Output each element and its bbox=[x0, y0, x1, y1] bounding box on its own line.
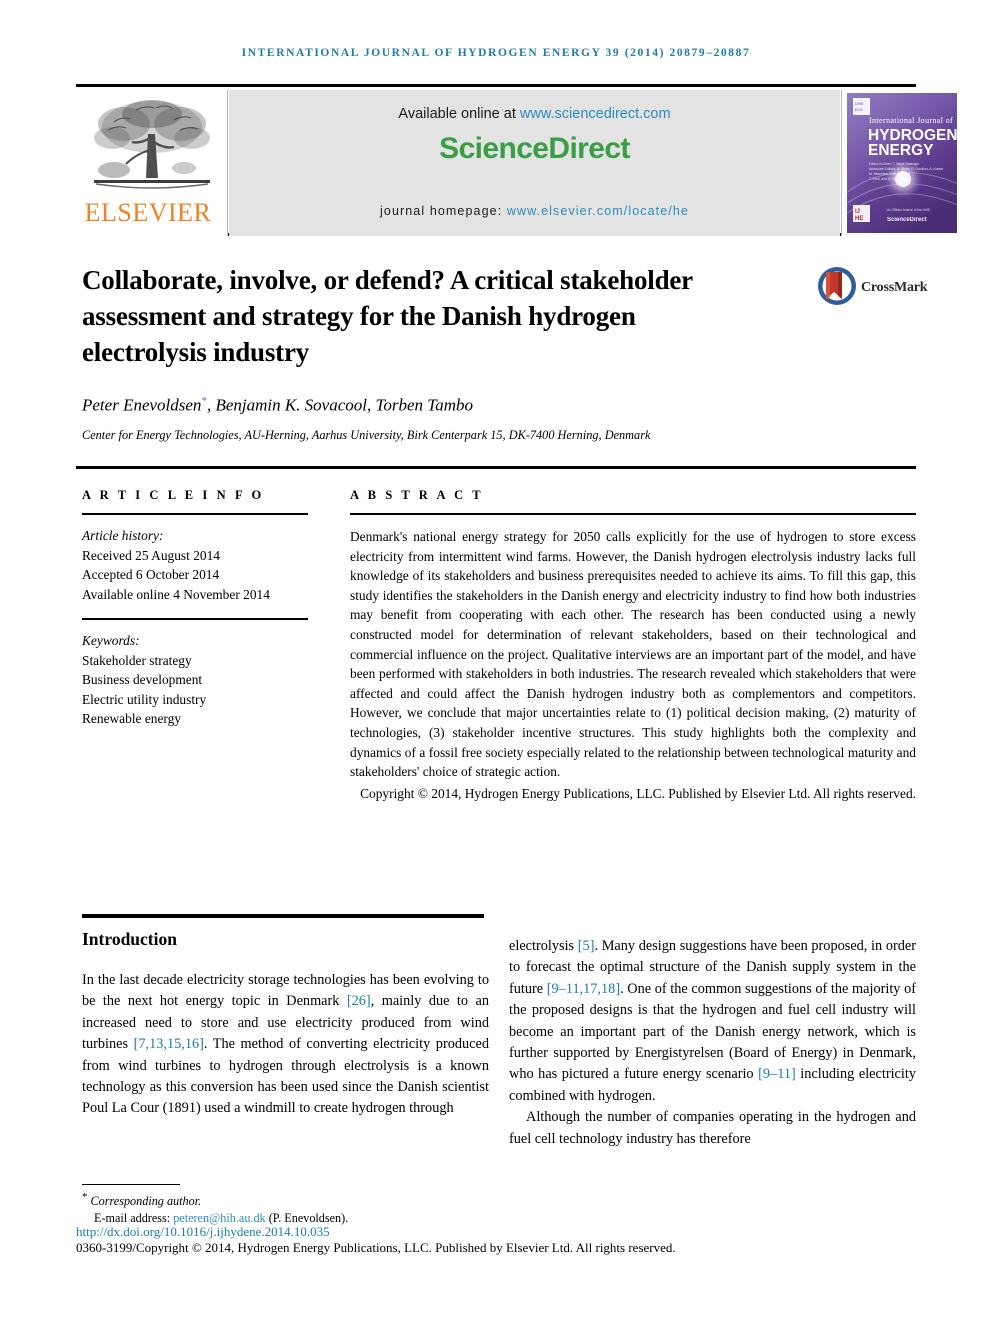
citation-link[interactable]: [5] bbox=[578, 938, 595, 954]
abstract-heading: A B S T R A C T bbox=[350, 488, 484, 502]
keyword-item: Business development bbox=[82, 672, 203, 687]
introduction-text-right: electrolysis [5]. Many design suggestion… bbox=[509, 936, 916, 1150]
citation-link[interactable]: [9–11,17,18] bbox=[547, 981, 620, 997]
keywords-block: Keywords: Stakeholder strategy Business … bbox=[82, 631, 312, 729]
sciencedirect-wordmark: ScienceDirect bbox=[439, 132, 630, 165]
crossmark-label: CrossMark bbox=[861, 280, 928, 295]
body-left-column: Introduction In the last decade electric… bbox=[82, 914, 489, 1120]
journal-cover-block: IJHE ELS International Journal of HYDROG… bbox=[841, 90, 957, 236]
section-title-introduction: Introduction bbox=[82, 929, 177, 949]
article-title: Collaborate, involve, or defend? A criti… bbox=[82, 265, 693, 367]
journal-homepage-line: journal homepage: www.elsevier.com/locat… bbox=[229, 204, 840, 218]
svg-text:M. Momirlan, D.W. Stevens: M. Momirlan, D.W. Stevens bbox=[869, 172, 910, 176]
abstract-rule bbox=[350, 513, 916, 515]
author-affiliation: Center for Energy Technologies, AU-Herni… bbox=[82, 428, 651, 442]
citation-link[interactable]: [7,13,15,16] bbox=[134, 1036, 204, 1052]
doi-link[interactable]: http://dx.doi.org/10.1016/j.ijhydene.201… bbox=[76, 1224, 596, 1240]
journal-homepage-link[interactable]: www.elsevier.com/locate/he bbox=[507, 204, 689, 218]
journal-article-page: International Journal of Hydrogen Energy… bbox=[0, 0, 992, 1323]
author-list: Peter Enevoldsen*, Benjamin K. Sovacool,… bbox=[82, 395, 842, 416]
article-info-heading: A R T I C L E I N F O bbox=[82, 488, 265, 502]
citation-link[interactable]: [26] bbox=[347, 993, 371, 1009]
issn-copyright-line: 0360-3199/Copyright © 2014, Hydrogen Ene… bbox=[76, 1240, 676, 1255]
paragraph: electrolysis [5]. Many design suggestion… bbox=[509, 936, 916, 1107]
available-online-prefix: Available online at bbox=[398, 106, 520, 122]
header-divider-rule bbox=[76, 466, 916, 469]
svg-text:Editor-in-Chief: T. Nejat Vezi: Editor-in-Chief: T. Nejat Veziroglu bbox=[869, 162, 919, 166]
elsevier-wordmark: ELSEVIER bbox=[84, 198, 212, 227]
keyword-item: Stakeholder strategy bbox=[82, 652, 192, 668]
svg-text:IJHE: IJHE bbox=[855, 101, 864, 106]
elsevier-logo-block: ELSEVIER bbox=[76, 90, 228, 236]
article-history-block: Article history: Received 25 August 2014… bbox=[82, 526, 312, 604]
elsevier-tree-icon bbox=[94, 100, 210, 189]
footnote-block: * Corresponding author. E-mail address: … bbox=[82, 1189, 582, 1227]
corresponding-author-note: * Corresponding author. bbox=[82, 1189, 582, 1210]
running-head: International Journal of Hydrogen Energy… bbox=[241, 47, 751, 59]
right-text-a: electrolysis bbox=[509, 938, 578, 954]
author-corresponding: Peter Enevoldsen bbox=[82, 395, 202, 415]
abstract-copyright: Copyright © 2014, Hydrogen Energy Public… bbox=[360, 785, 916, 801]
svg-text:T. Ford, and D. Sarpaggeh: T. Ford, and D. Sarpaggeh bbox=[869, 177, 909, 181]
available-online-line: Available online at www.sciencedirect.co… bbox=[229, 106, 840, 122]
introduction-text-left: In the last decade electricity storage t… bbox=[82, 970, 489, 1120]
corresponding-author-text: Corresponding author. bbox=[90, 1194, 202, 1209]
journal-masthead: ELSEVIER Available online at www.science… bbox=[76, 84, 957, 236]
author-list-rest: , Benjamin K. Sovacool, Torben Tambo bbox=[206, 395, 473, 415]
article-info-column: A R T I C L E I N F O Article history: R… bbox=[82, 488, 312, 729]
sciencedirect-banner: Available online at www.sciencedirect.co… bbox=[229, 90, 840, 236]
crossmark-badge[interactable]: CrossMark bbox=[817, 266, 928, 316]
paragraph: Although the number of companies operati… bbox=[509, 1109, 916, 1147]
svg-text:International Journal of: International Journal of bbox=[869, 116, 953, 125]
svg-text:Associate Editors: A. Dicks, D: Associate Editors: A. Dicks, D. Dunikov,… bbox=[869, 167, 944, 171]
email-link[interactable]: peteren@hih.au.dk bbox=[173, 1211, 265, 1225]
history-accepted: Accepted 6 October 2014 bbox=[82, 567, 220, 582]
svg-text:ELS: ELS bbox=[855, 107, 863, 112]
svg-text:IJ: IJ bbox=[855, 209, 860, 215]
body-right-column: electrolysis [5]. Many design suggestion… bbox=[509, 936, 916, 1150]
citation-link[interactable]: [9–11] bbox=[758, 1066, 796, 1082]
abstract-column: A B S T R A C T Denmark's national energ… bbox=[350, 488, 916, 803]
svg-text:HE: HE bbox=[855, 216, 863, 222]
journal-cover-image: IJHE ELS International Journal of HYDROG… bbox=[847, 93, 957, 233]
footnote-star: * bbox=[82, 1191, 88, 1203]
article-info-rule bbox=[82, 513, 308, 515]
keywords-label: Keywords: bbox=[82, 633, 140, 648]
keyword-item: Renewable energy bbox=[82, 711, 182, 726]
svg-text:ScienceDirect: ScienceDirect bbox=[887, 217, 927, 223]
sciencedirect-url-link[interactable]: www.sciencedirect.com bbox=[520, 106, 671, 122]
svg-text:An Official Journal of the IAH: An Official Journal of the IAHE bbox=[887, 208, 930, 212]
svg-text:ENERGY: ENERGY bbox=[868, 142, 934, 159]
paragraph: In the last decade electricity storage t… bbox=[82, 970, 489, 1120]
history-received: Received 25 August 2014 bbox=[82, 547, 220, 563]
footnote-rule bbox=[82, 1184, 180, 1185]
crossmark-icon bbox=[818, 267, 856, 305]
email-label: E-mail address: bbox=[94, 1211, 174, 1226]
keyword-item: Electric utility industry bbox=[82, 691, 207, 707]
article-history-label: Article history: bbox=[82, 528, 164, 543]
abstract-body: Denmark's national energy strategy for 2… bbox=[350, 529, 916, 780]
email-suffix: (P. Enevoldsen). bbox=[265, 1211, 349, 1226]
section-divider-rule bbox=[82, 914, 484, 918]
keywords-rule bbox=[82, 618, 308, 620]
history-available-online: Available online 4 November 2014 bbox=[82, 586, 270, 602]
journal-homepage-prefix: journal homepage: bbox=[380, 204, 507, 218]
